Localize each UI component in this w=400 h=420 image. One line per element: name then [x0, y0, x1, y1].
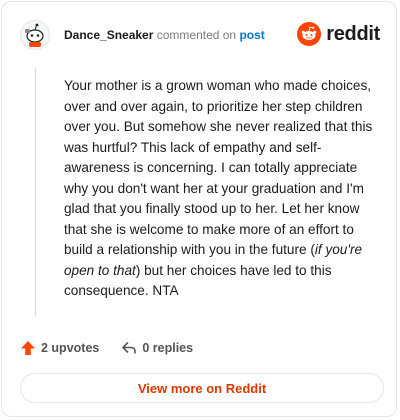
comment-embed-card: Dance_Sneaker commented on post reddit Y…	[1, 1, 397, 417]
reply-count: 0 replies	[142, 341, 194, 355]
thread-line[interactable]	[35, 68, 36, 316]
comment-actions: 2 upvotes 0 replies	[20, 340, 193, 356]
reply-arrow-icon	[122, 342, 137, 354]
avatar[interactable]	[20, 20, 50, 50]
comment-header: Dance_Sneaker commented on post	[64, 27, 265, 43]
snoo-avatar-icon	[20, 20, 50, 50]
commented-on-text: commented on	[153, 28, 240, 42]
upvote-arrow-icon	[21, 341, 35, 355]
upvote-button[interactable]: 2 upvotes	[20, 340, 99, 356]
reddit-logo-icon	[297, 22, 322, 46]
upvote-count: 2 upvotes	[41, 341, 100, 355]
username[interactable]: Dance_Sneaker	[64, 28, 153, 42]
comment-body: Your mother is a grown woman who made ch…	[64, 76, 382, 302]
reddit-brand[interactable]: reddit	[297, 19, 380, 49]
view-more-button[interactable]: View more on Reddit	[20, 373, 384, 403]
comment-text: Your mother is a grown woman who made ch…	[64, 78, 373, 257]
post-link[interactable]: post	[239, 28, 264, 42]
reply-button[interactable]: 0 replies	[121, 340, 193, 356]
brand-name: reddit	[326, 22, 380, 45]
